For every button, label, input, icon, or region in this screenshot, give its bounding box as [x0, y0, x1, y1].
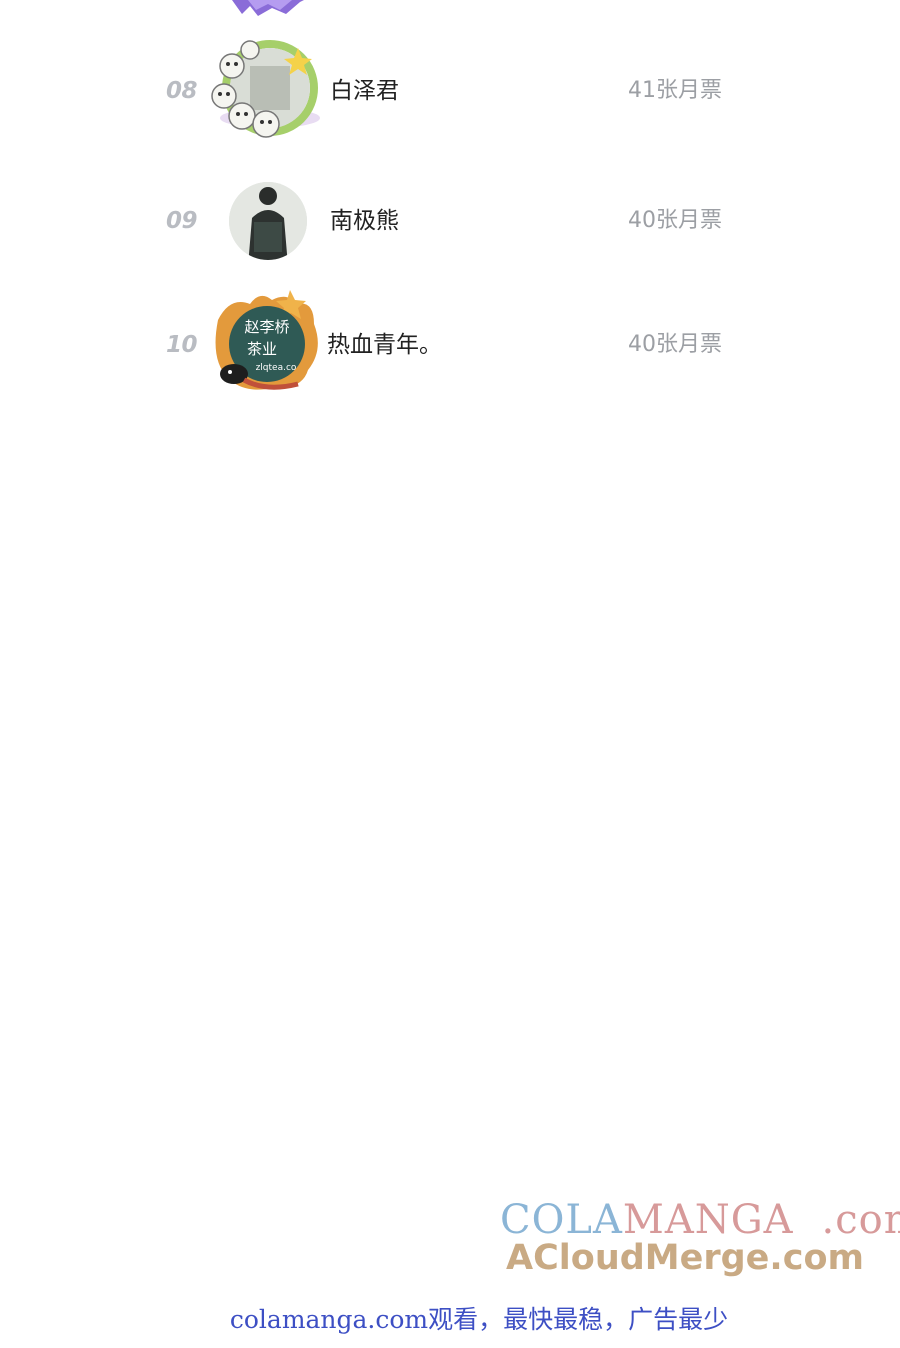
ticket-count: 40张月票 [628, 208, 722, 233]
avatar-sign-line1: 赵李桥 [244, 318, 289, 336]
avatar-sign-domain: zlqtea.co [256, 363, 297, 373]
rank-number: 10 [166, 332, 198, 358]
leaderboard-row-08[interactable]: 08 白泽君 41张月票 [0, 36, 900, 146]
avatar-sign-line2: 茶业 [247, 340, 277, 358]
ticket-count: 41张月票 [628, 78, 722, 103]
leaderboard-row-09[interactable]: 09 南极熊 40张月票 [0, 166, 900, 276]
rank-number: 09 [166, 208, 198, 234]
sheep-frame-avatar-icon[interactable] [210, 36, 322, 146]
tea-sign-avatar-icon[interactable]: 赵李桥 茶业 zlqtea.co [210, 290, 322, 400]
user-name[interactable]: 白泽君 [330, 75, 399, 107]
footer-note[interactable]: colamanga.com观看，最快最稳，广告最少 [0, 1303, 900, 1337]
rank-number: 08 [166, 78, 198, 104]
user-name[interactable]: 热血青年。 [327, 329, 442, 361]
dark-figure-avatar-icon[interactable] [210, 166, 322, 276]
watermark: COLAMANGA.com ACloudMerge.com [500, 1196, 900, 1286]
watermark-brand-line2: ACloudMerge.com [506, 1238, 864, 1278]
user-name[interactable]: 南极熊 [330, 205, 399, 237]
previous-avatar-fragment [228, 0, 308, 16]
leaderboard-row-10[interactable]: 10 赵李桥 茶业 zlqtea.co 热血青年。 40张月票 [0, 290, 900, 400]
ticket-count: 40张月票 [628, 332, 722, 357]
